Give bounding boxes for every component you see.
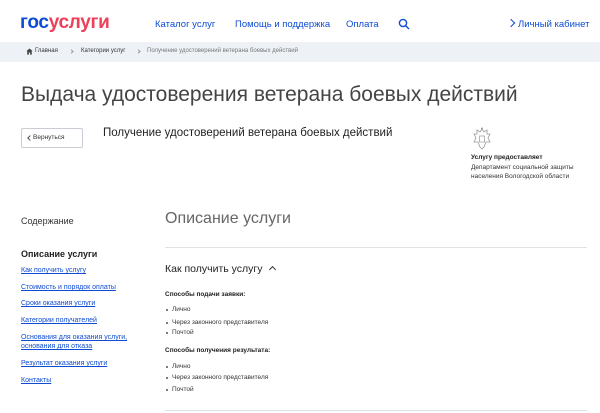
bullet-icon xyxy=(166,366,168,368)
logo-uslugi: услуги xyxy=(48,12,110,33)
divider xyxy=(165,410,587,411)
back-label: Вернуться xyxy=(33,134,65,141)
list-item: Через законного представителя xyxy=(166,374,268,381)
logo-gos: гос xyxy=(20,12,49,33)
provider-name: Департамент социальной защиты населения … xyxy=(471,164,574,180)
list-item: Лично xyxy=(166,363,191,370)
how-to-get-toggle[interactable]: Как получить услугу xyxy=(165,263,276,275)
sidebar-link-recipients[interactable]: Категории получателей xyxy=(21,316,141,325)
bullet-icon xyxy=(166,309,168,311)
sidebar-link-result[interactable]: Результат оказания услуги xyxy=(21,359,141,368)
submit-methods-heading: Способы подачи заявки: xyxy=(165,291,246,298)
bullet-icon xyxy=(166,377,168,379)
back-button[interactable]: Вернуться xyxy=(21,128,83,148)
divider xyxy=(165,247,587,248)
list-item: Почтой xyxy=(166,386,194,393)
chevron-left-icon xyxy=(27,135,33,141)
header: госуслуги Каталог услуг Помощь и поддерж… xyxy=(0,0,600,46)
list-item: Почтой xyxy=(166,329,194,336)
breadcrumb-separator-icon xyxy=(136,49,141,54)
home-icon xyxy=(26,48,33,55)
breadcrumb-home[interactable]: Главная xyxy=(35,48,58,54)
coat-of-arms-icon xyxy=(473,127,491,150)
bullet-icon xyxy=(166,322,168,324)
sidebar-link-cost[interactable]: Стоимость и порядок оплаты xyxy=(21,283,141,292)
cabinet-label: Личный кабинет xyxy=(518,19,590,30)
section-title: Описание услуги xyxy=(165,210,291,227)
breadcrumb-categories[interactable]: Категории услуг xyxy=(81,48,125,54)
service-subtitle: Получение удостоверений ветерана боевых … xyxy=(103,127,393,139)
arrow-right-icon xyxy=(506,18,516,28)
sidebar-contents-heading: Содержание xyxy=(21,216,74,226)
personal-cabinet-link[interactable]: Личный кабинет xyxy=(506,18,590,30)
chevron-up-icon xyxy=(268,265,276,274)
sidebar-link-how-to-get[interactable]: Как получить услугу xyxy=(21,266,141,275)
result-methods-heading: Способы получения результата: xyxy=(165,347,271,354)
bullet-icon xyxy=(166,389,168,391)
provider-heading: Услугу предоставляет xyxy=(471,154,543,161)
breadcrumb-separator-icon xyxy=(69,49,74,54)
how-to-get-title: Как получить услугу xyxy=(165,263,263,275)
nav-payment[interactable]: Оплата xyxy=(346,19,379,30)
list-item: Лично xyxy=(166,306,191,313)
breadcrumb-current: Получение удостоверений ветерана боевых … xyxy=(147,48,298,54)
gosuslugi-logo[interactable]: госуслуги xyxy=(20,12,110,34)
bullet-icon xyxy=(166,332,168,334)
search-icon[interactable] xyxy=(398,18,410,30)
list-item: Через законного представителя xyxy=(166,319,268,326)
page-title: Выдача удостоверения ветерана боевых дей… xyxy=(21,83,518,106)
nav-help[interactable]: Помощь и поддержка xyxy=(235,19,330,30)
breadcrumb: Главная Категории услуг Получение удосто… xyxy=(0,42,600,62)
sidebar-link-terms[interactable]: Сроки оказания услуги xyxy=(21,299,141,308)
sidebar-link-contacts[interactable]: Контакты xyxy=(21,376,141,385)
sidebar-description-heading: Описание услуги xyxy=(21,249,98,259)
sidebar-link-grounds[interactable]: Основания для оказания услуги, основания… xyxy=(21,333,141,351)
nav-catalog[interactable]: Каталог услуг xyxy=(155,19,215,30)
